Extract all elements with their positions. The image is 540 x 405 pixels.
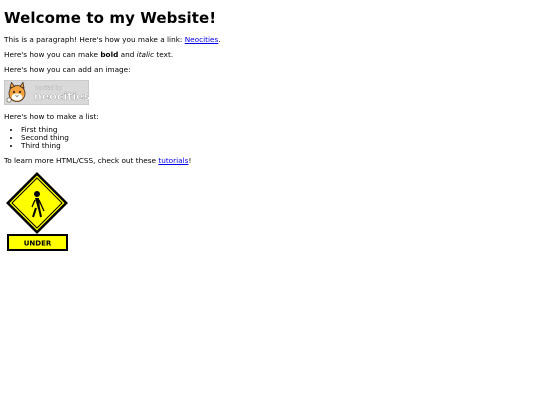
hosted-by-neocities-badge: hosted by neocities: [4, 80, 89, 105]
learn-suffix: !: [188, 156, 192, 165]
list-intro: Here's how to make a list:: [4, 112, 99, 121]
under-construction-sign-icon: UNDER: [6, 172, 68, 251]
bold-word: bold: [100, 50, 119, 59]
bold-suffix: text.: [154, 50, 174, 59]
list-item: Third thing: [21, 142, 536, 150]
page: Welcome to my Website! This is a paragra…: [0, 0, 540, 405]
list-item: First thing: [21, 126, 536, 134]
image-intro: Here's how you can add an image:: [4, 65, 131, 74]
badge-big-text: neocities: [34, 90, 89, 103]
bold-prefix: Here's how you can make: [4, 50, 101, 59]
page-title: Welcome to my Website!: [4, 9, 217, 27]
formatting-paragraph: Here's how you can make bold and italic …: [4, 50, 536, 59]
bold-mid: and: [118, 50, 137, 59]
sign-label: UNDER: [24, 240, 52, 248]
list-item: Second thing: [21, 134, 536, 142]
italic-word: italic: [136, 50, 155, 59]
tutorials-link[interactable]: tutorials: [158, 156, 188, 165]
intro-end: .: [218, 35, 221, 44]
intro-paragraph: This is a paragraph! Here's how you make…: [4, 35, 536, 44]
neocities-link[interactable]: Neocities: [185, 35, 219, 44]
intro-text: This is a paragraph! Here's how you make…: [4, 35, 185, 44]
learn-prefix: To learn more HTML/CSS, check out these: [4, 156, 159, 165]
neocities-badge-image: hosted by neocities: [4, 80, 89, 105]
example-list: First thing Second thing Third thing: [4, 126, 536, 150]
under-construction-sign: UNDER: [4, 171, 70, 254]
learn-more-paragraph: To learn more HTML/CSS, check out these …: [4, 156, 536, 165]
